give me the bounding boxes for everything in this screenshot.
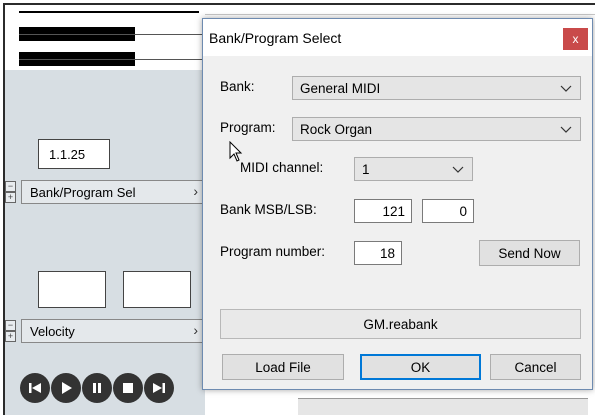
chevron-down-icon [560,85,572,92]
program-label: Program: [220,120,276,135]
plus-icon[interactable]: + [5,331,16,342]
chevron-right-icon: › [193,322,198,338]
cc-lane-row: − + Bank/Program Sel › [5,179,205,205]
skip-forward-icon[interactable] [144,373,174,403]
bank-msb-lsb-label: Bank MSB/LSB: [220,202,317,217]
close-button[interactable]: x [563,28,588,50]
minus-icon[interactable]: − [5,181,16,192]
bank-msb-input[interactable]: 121 [354,199,412,223]
lane-type-label: Bank/Program Sel [30,184,136,200]
position-display[interactable]: 1.1.25 [38,139,110,169]
bank-label: Bank: [220,79,255,94]
bank-program-select-dialog: Bank/Program Select x Bank: General MIDI… [202,18,593,390]
program-number-label: Program number: [220,244,326,259]
key-line [19,34,205,35]
mouse-pointer-icon [229,141,243,162]
key-edge-line [19,11,199,13]
transport-bar [20,370,174,410]
editor-bottom-bar [298,398,588,415]
lane-value-box[interactable] [38,271,106,308]
send-now-button[interactable]: Send Now [479,240,580,266]
ok-button[interactable]: OK [360,354,481,380]
reabank-file-display: GM.reabank [220,309,581,339]
lane-size-control[interactable]: − + [5,181,19,203]
cc-lane-panel [5,70,205,415]
minus-icon[interactable]: − [5,320,16,331]
midi-channel-label: MIDI channel: [240,160,324,175]
chevron-down-icon [560,126,572,133]
plus-icon[interactable]: + [5,192,16,203]
program-number-input[interactable]: 18 [354,241,402,265]
lane-size-control[interactable]: − + [5,320,19,342]
key-line [19,59,205,60]
stop-icon[interactable] [113,373,143,403]
lane-type-dropdown[interactable]: Velocity › [21,319,205,343]
bank-select-value: General MIDI [300,80,381,96]
lane-type-label: Velocity [30,323,75,339]
midi-channel-value: 1 [362,161,370,177]
cc-lane-row: − + Velocity › [5,318,205,344]
lane-value-box[interactable] [123,271,191,308]
chevron-down-icon [452,166,464,173]
load-file-button[interactable]: Load File [222,354,344,380]
dialog-titlebar[interactable]: Bank/Program Select x [203,19,592,56]
editor-ruler-strip [205,5,595,15]
play-icon[interactable] [51,373,81,403]
dialog-title: Bank/Program Select [209,29,342,46]
skip-back-icon[interactable] [20,373,50,403]
lane-type-dropdown[interactable]: Bank/Program Sel › [21,180,205,204]
bank-lsb-input[interactable]: 0 [422,199,474,223]
piano-keys [5,5,205,70]
chevron-right-icon: › [193,183,198,199]
midi-channel-select[interactable]: 1 [354,157,473,181]
pause-icon[interactable] [82,373,112,403]
program-select-value: Rock Organ [300,121,373,137]
bank-select[interactable]: General MIDI [292,76,581,100]
cancel-button[interactable]: Cancel [490,354,581,380]
close-icon: x [572,32,579,46]
program-select[interactable]: Rock Organ [292,117,581,141]
